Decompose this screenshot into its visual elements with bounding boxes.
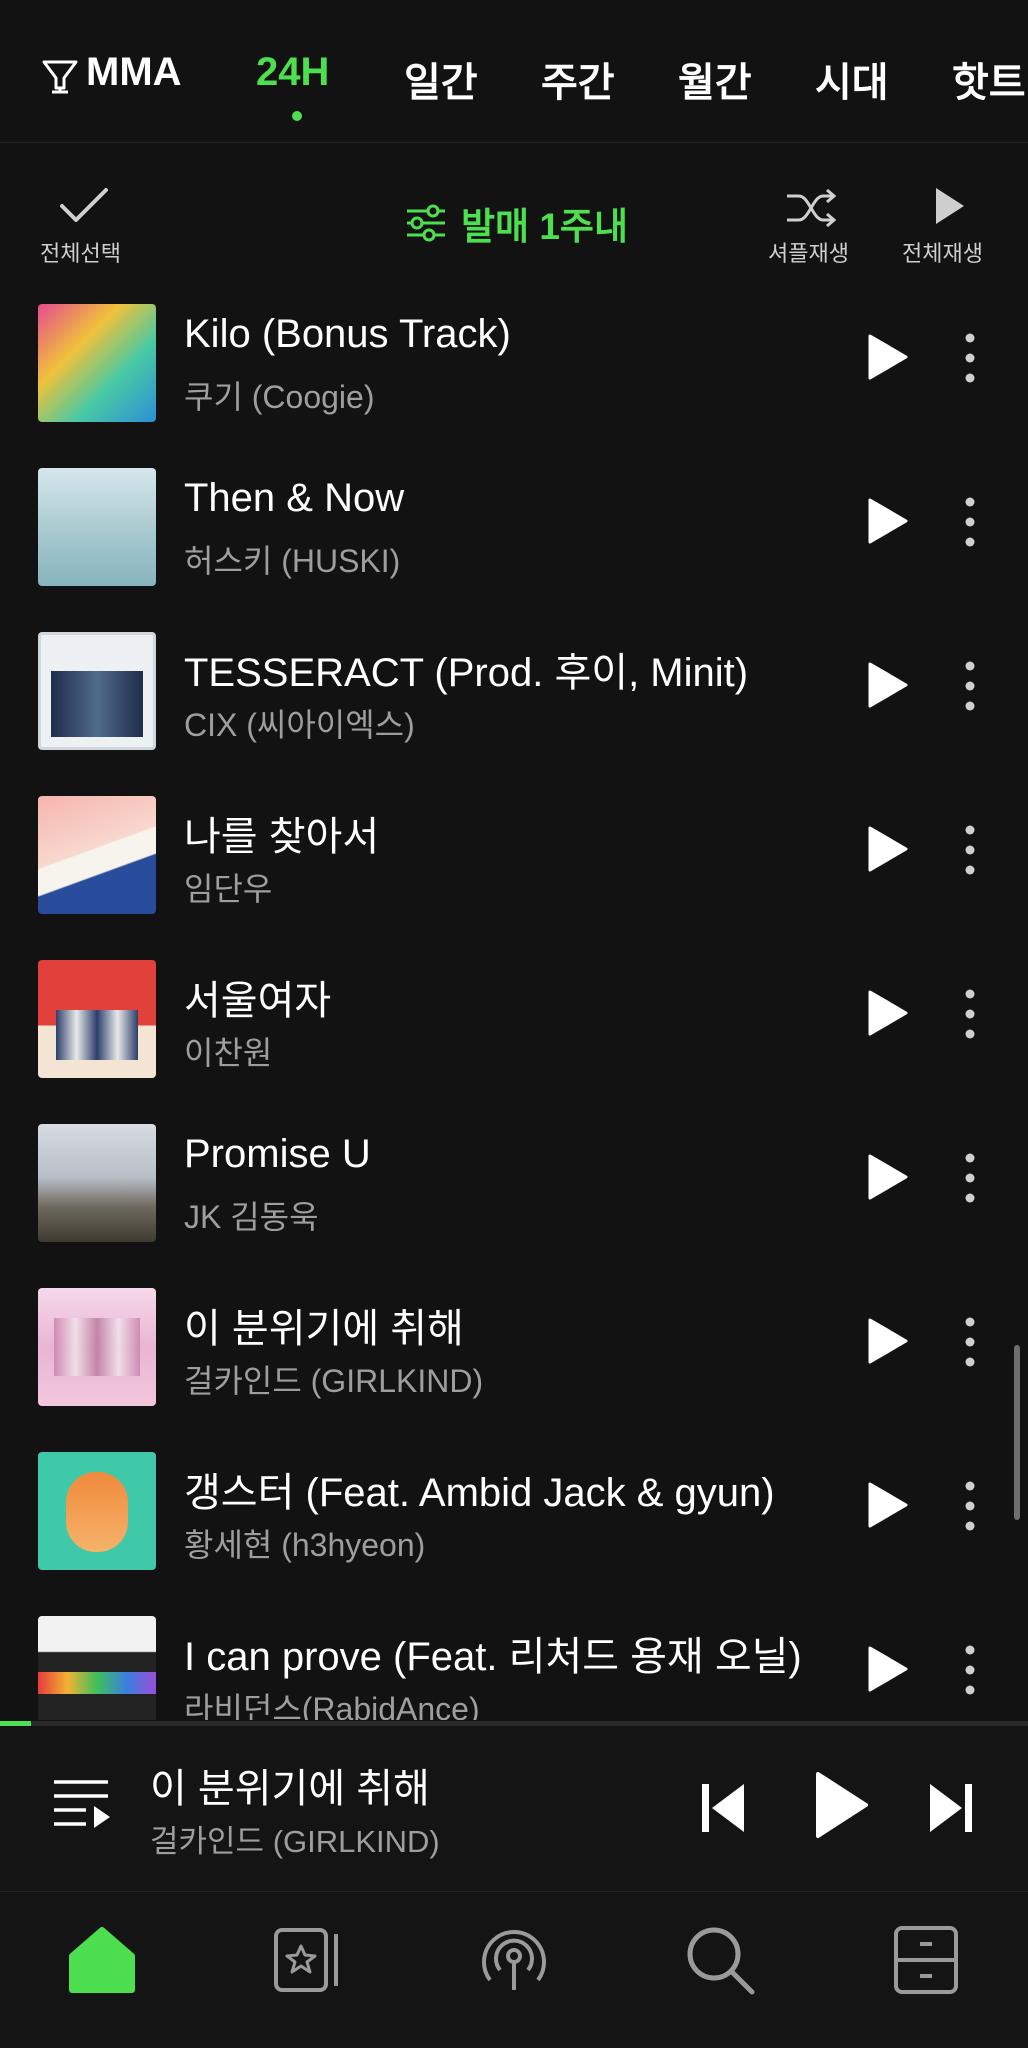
release-filter-button[interactable]: 발매 1주내 <box>405 198 628 248</box>
play-all-icon[interactable] <box>932 184 968 228</box>
song-title: Then & Now <box>184 476 405 520</box>
tab-daily[interactable]: 일간 <box>404 50 478 108</box>
song-title: TESSERACT (Prod. 후이, Minit) <box>184 651 749 695</box>
song-artist: JK 김동욱 <box>184 1199 319 1235</box>
now-playing-artist: 걸카인드 (GIRLKIND) <box>150 1824 440 1859</box>
more-options-icon[interactable] <box>950 1148 990 1208</box>
tab-mma[interactable]: MMA <box>86 50 182 95</box>
song-title: Promise U <box>184 1132 371 1176</box>
play-icon[interactable] <box>862 496 912 546</box>
album-art <box>38 1124 156 1242</box>
song-title: 나를 찾아서 <box>184 815 380 859</box>
bottom-navigation <box>0 1892 1028 2048</box>
play-icon[interactable] <box>862 660 912 710</box>
podcast-icon[interactable] <box>474 1920 554 2000</box>
more-options-icon[interactable] <box>950 820 990 880</box>
song-artist: CIX (씨아이엑스) <box>184 707 415 743</box>
album-art <box>38 1288 156 1406</box>
play-icon[interactable] <box>862 1152 912 1202</box>
tab-24h[interactable]: 24H <box>256 50 329 95</box>
previous-track-icon[interactable] <box>700 1780 746 1836</box>
tab-weekly[interactable]: 주간 <box>541 50 615 108</box>
song-artist: 이찬원 <box>184 1035 273 1071</box>
mini-player[interactable]: 이 분위기에 취해 걸카인드 (GIRLKIND) <box>0 1726 1028 1892</box>
more-options-icon[interactable] <box>950 1312 990 1372</box>
more-options-icon[interactable] <box>950 1476 990 1536</box>
album-art <box>38 632 156 750</box>
more-options-icon[interactable] <box>950 328 990 388</box>
more-options-icon[interactable] <box>950 656 990 716</box>
album-art <box>38 960 156 1078</box>
song-list: Kilo (Bonus Track) 쿠기 (Coogie) Then & No… <box>0 292 1028 1720</box>
check-icon[interactable] <box>58 186 110 226</box>
song-title: 이 분위기에 취해 <box>184 1307 464 1351</box>
list-item[interactable]: 서울여자 이찬원 <box>0 948 1028 1112</box>
filter-sliders-icon <box>407 204 445 242</box>
more-options-icon[interactable] <box>950 492 990 552</box>
play-icon[interactable] <box>862 1480 912 1530</box>
list-item[interactable]: 이 분위기에 취해 걸카인드 (GIRLKIND) <box>0 1276 1028 1440</box>
song-artist: 황세현 (h3hyeon) <box>184 1527 426 1563</box>
more-options-icon[interactable] <box>950 1640 990 1700</box>
song-artist: 라비던스(RabidAnce) <box>184 1691 480 1720</box>
play-pause-icon[interactable] <box>812 1770 870 1840</box>
list-item[interactable]: 갱스터 (Feat. Ambid Jack & gyun) 황세현 (h3hye… <box>0 1440 1028 1604</box>
song-title: Kilo (Bonus Track) <box>184 312 511 356</box>
shuffle-play-label[interactable]: 셔플재생 <box>768 236 849 268</box>
song-title: 갱스터 (Feat. Ambid Jack & gyun) <box>184 1471 775 1515</box>
active-tab-indicator <box>292 111 302 121</box>
list-item[interactable]: 나를 찾아서 임단우 <box>0 784 1028 948</box>
album-art <box>38 796 156 914</box>
tab-era[interactable]: 시대 <box>815 50 889 108</box>
home-icon[interactable] <box>62 1920 142 2000</box>
list-item[interactable]: I can prove (Feat. 리처드 용재 오닐) 라비던스(Rabid… <box>0 1604 1028 1720</box>
play-icon[interactable] <box>862 332 912 382</box>
play-icon[interactable] <box>862 988 912 1038</box>
play-all-label[interactable]: 전체재생 <box>902 236 983 268</box>
trophy-icon <box>42 60 78 94</box>
release-filter-label: 발매 1주내 <box>461 206 629 247</box>
search-icon[interactable] <box>680 1920 760 2000</box>
play-icon[interactable] <box>862 1644 912 1694</box>
library-icon[interactable] <box>886 1920 966 2000</box>
song-artist: 걸카인드 (GIRLKIND) <box>184 1363 484 1399</box>
song-artist: 쿠기 (Coogie) <box>184 379 375 415</box>
list-item[interactable]: Promise U JK 김동욱 <box>0 1112 1028 1276</box>
queue-list-icon[interactable] <box>52 1776 112 1832</box>
list-scrollbar[interactable] <box>1014 1345 1020 1520</box>
next-track-icon[interactable] <box>928 1780 974 1836</box>
chart-tab-bar: MMA 24H 일간 주간 월간 시대 핫트 <box>0 0 1028 143</box>
now-playing-title: 이 분위기에 취해 <box>150 1767 430 1811</box>
playlist-star-icon[interactable] <box>268 1920 348 2000</box>
play-icon[interactable] <box>862 1316 912 1366</box>
play-icon[interactable] <box>862 824 912 874</box>
album-art <box>38 1452 156 1570</box>
song-artist: 임단우 <box>184 871 273 907</box>
song-title: I can prove (Feat. 리처드 용재 오닐) <box>184 1635 802 1679</box>
album-art <box>38 1616 156 1720</box>
list-item[interactable]: Then & Now 허스키 (HUSKI) <box>0 456 1028 620</box>
tab-monthly[interactable]: 월간 <box>678 50 752 108</box>
more-options-icon[interactable] <box>950 984 990 1044</box>
tab-hot[interactable]: 핫트 <box>952 50 1026 108</box>
list-item[interactable]: Kilo (Bonus Track) 쿠기 (Coogie) <box>0 292 1028 456</box>
album-art <box>38 468 156 586</box>
shuffle-icon[interactable] <box>785 188 837 228</box>
song-title: 서울여자 <box>184 979 332 1023</box>
album-art <box>38 304 156 422</box>
list-item[interactable]: TESSERACT (Prod. 후이, Minit) CIX (씨아이엑스) <box>0 620 1028 784</box>
song-artist: 허스키 (HUSKI) <box>184 543 401 579</box>
select-all-label[interactable]: 전체선택 <box>40 236 121 268</box>
